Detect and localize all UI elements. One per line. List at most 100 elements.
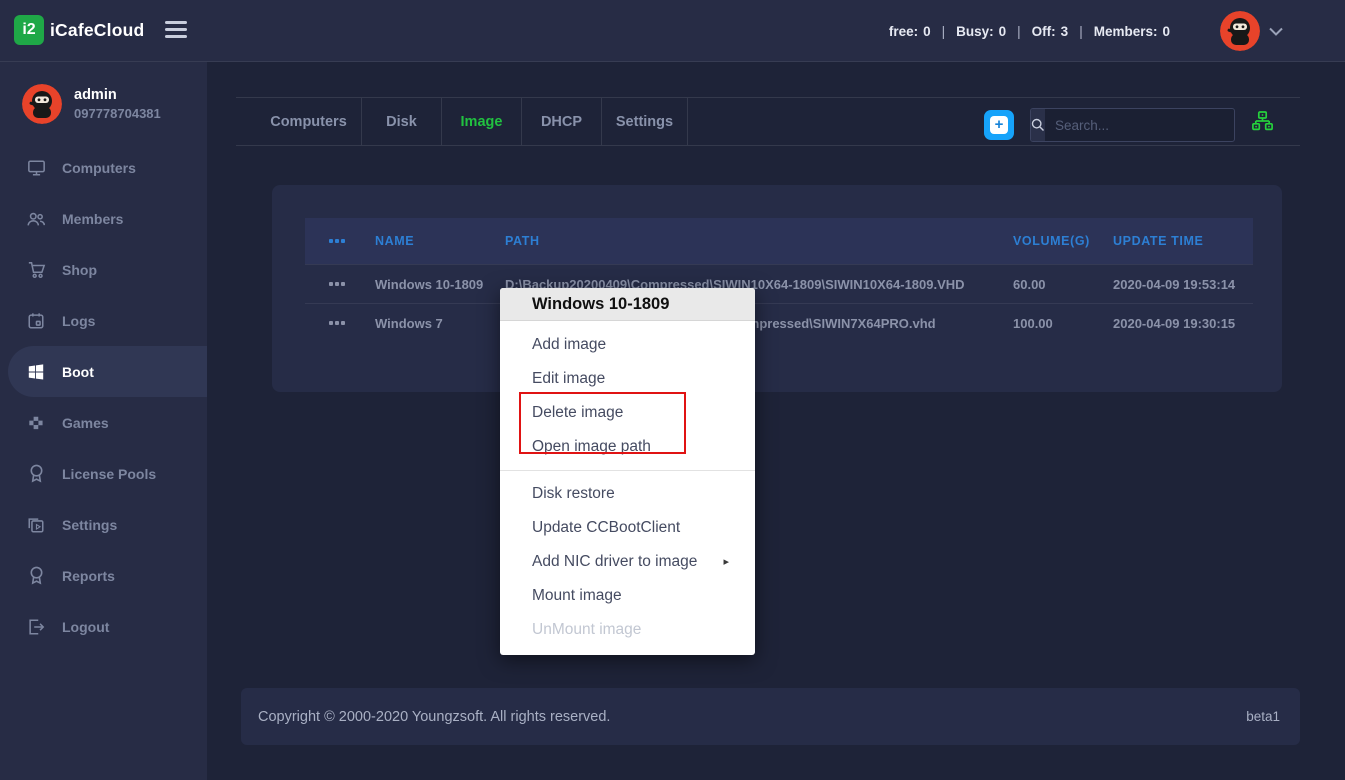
menu-item-mount-image[interactable]: Mount image (500, 579, 755, 613)
image-table-card: NAME PATH VOLUME(G) UPDATE TIME Windows … (272, 185, 1282, 392)
sidebar-item-label: Shop (62, 262, 97, 278)
footer: Copyright © 2000-2020 Youngzsoft. All ri… (241, 688, 1300, 745)
stat-label: free: (889, 24, 918, 39)
sidebar-item-label: Reports (62, 568, 115, 584)
sidebar-item-label: License Pools (62, 466, 156, 482)
add-image-button[interactable]: + (984, 110, 1014, 140)
sidebar-item-shop[interactable]: Shop (0, 244, 207, 295)
separator: | (1079, 24, 1083, 39)
topbar: i2 iCafeCloud free:0 | Busy:0 | Off:3 | … (0, 0, 1345, 62)
sidebar-item-label: Settings (62, 517, 117, 533)
sidebar-item-label: Games (62, 415, 109, 431)
table-row: Windows 10-1809 D:\Backup20200409\Compre… (305, 264, 1253, 303)
stat-label: Members: (1094, 24, 1158, 39)
tab-dhcp[interactable]: DHCP (522, 98, 602, 145)
sidebar-item-reports[interactable]: Reports (0, 550, 207, 601)
menu-item-edit-image[interactable]: Edit image (500, 362, 755, 396)
sidebar-item-boot[interactable]: Boot (8, 346, 207, 397)
row-actions-icon[interactable] (329, 321, 365, 325)
logo-icon: i2 (14, 15, 44, 45)
menu-divider (500, 470, 755, 471)
sidebar-item-games[interactable]: Games (0, 397, 207, 448)
sidebar-item-label: Logs (62, 313, 95, 329)
stat-label: Off: (1032, 24, 1056, 39)
sidebar-item-logs[interactable]: Logs (0, 295, 207, 346)
sidebar-item-label: Members (62, 211, 123, 227)
sidebar-item-computers[interactable]: Computers (0, 142, 207, 193)
app-logo: i2 iCafeCloud (14, 15, 144, 45)
image-update-time: 2020-04-09 19:53:14 (1103, 277, 1253, 292)
stat-value: 0 (1162, 24, 1170, 39)
menu-item-open-image-path[interactable]: Open image path (500, 430, 755, 464)
profile-name: admin (74, 87, 161, 103)
context-menu-title: Windows 10-1809 (500, 288, 755, 321)
image-volume: 100.00 (1003, 316, 1103, 331)
sidebar-item-label: Boot (62, 364, 94, 380)
tab-strip: Computers Disk Image DHCP Settings + (236, 97, 1300, 146)
image-volume: 60.00 (1003, 277, 1103, 292)
logout-icon (26, 617, 46, 637)
sidebar-item-license-pools[interactable]: License Pools (0, 448, 207, 499)
table-row: Windows 7 D:\Backup20200409\SIWIN7X64PRO… (305, 303, 1253, 342)
sidebar: admin 097778704381 Computers Members Sho… (0, 62, 207, 780)
cart-icon (26, 260, 46, 280)
sidebar-nav: Computers Members Shop Logs Boot (0, 142, 207, 652)
windows-icon (26, 362, 46, 382)
table-header-row: NAME PATH VOLUME(G) UPDATE TIME (305, 218, 1253, 264)
layers-icon (26, 515, 46, 535)
tab-image[interactable]: Image (442, 98, 522, 145)
search-box (1030, 108, 1235, 142)
hamburger-icon[interactable] (165, 21, 187, 42)
image-name: Windows 10-1809 (365, 277, 495, 292)
sidebar-item-logout[interactable]: Logout (0, 601, 207, 652)
medal-icon (26, 464, 46, 484)
image-update-time: 2020-04-09 19:30:15 (1103, 316, 1253, 331)
chevron-down-icon (1269, 27, 1283, 36)
menu-item-unmount-image[interactable]: UnMount image (500, 613, 755, 647)
user-menu-button[interactable] (1220, 11, 1283, 51)
magnifier-icon (1031, 109, 1045, 141)
people-icon (26, 209, 46, 229)
menu-item-disk-restore[interactable]: Disk restore (500, 477, 755, 511)
context-menu: Windows 10-1809 Add image Edit image Del… (500, 288, 755, 655)
gamepad-icon (26, 413, 46, 433)
separator: | (1017, 24, 1021, 39)
stat-value: 0 (923, 24, 931, 39)
image-name: Windows 7 (365, 316, 495, 331)
plus-icon: + (990, 116, 1008, 134)
logo-text: iCafeCloud (50, 20, 144, 41)
sidebar-item-settings[interactable]: Settings (0, 499, 207, 550)
copyright-text: Copyright © 2000-2020 Youngzsoft. All ri… (258, 709, 610, 725)
tab-disk[interactable]: Disk (362, 98, 442, 145)
menu-item-add-nic-driver[interactable]: Add NIC driver to image ▸ (500, 545, 755, 579)
column-header-name: NAME (365, 234, 495, 248)
version-badge: beta1 (1246, 709, 1280, 724)
ellipsis-icon[interactable] (329, 239, 365, 243)
sitemap-icon[interactable] (1252, 111, 1273, 136)
stat-value: 3 (1061, 24, 1069, 39)
stat-label: Busy: (956, 24, 994, 39)
monitor-icon (26, 158, 46, 178)
sidebar-item-members[interactable]: Members (0, 193, 207, 244)
stat-value: 0 (999, 24, 1007, 39)
badge-icon (26, 566, 46, 586)
column-header-volume: VOLUME(G) (1003, 234, 1103, 248)
menu-item-update-ccbootclient[interactable]: Update CCBootClient (500, 511, 755, 545)
column-header-path: PATH (495, 234, 1003, 248)
menu-item-add-image[interactable]: Add image (500, 328, 755, 362)
sidebar-item-label: Logout (62, 619, 109, 635)
profile-card: admin 097778704381 (22, 84, 161, 124)
status-counters: free:0 | Busy:0 | Off:3 | Members:0 (889, 0, 1170, 62)
column-header-update-time: UPDATE TIME (1103, 234, 1253, 248)
tab-computers[interactable]: Computers (256, 98, 362, 145)
tab-settings[interactable]: Settings (602, 98, 688, 145)
calendar-icon (26, 311, 46, 331)
menu-item-label: Add NIC driver to image (532, 553, 697, 570)
caret-right-icon: ▸ (723, 545, 729, 579)
row-actions-icon[interactable] (329, 282, 365, 286)
search-input[interactable] (1045, 109, 1235, 141)
menu-item-delete-image[interactable]: Delete image (500, 396, 755, 430)
ninja-avatar-icon (1220, 11, 1260, 51)
sidebar-item-label: Computers (62, 160, 136, 176)
ninja-avatar-icon (22, 84, 62, 124)
